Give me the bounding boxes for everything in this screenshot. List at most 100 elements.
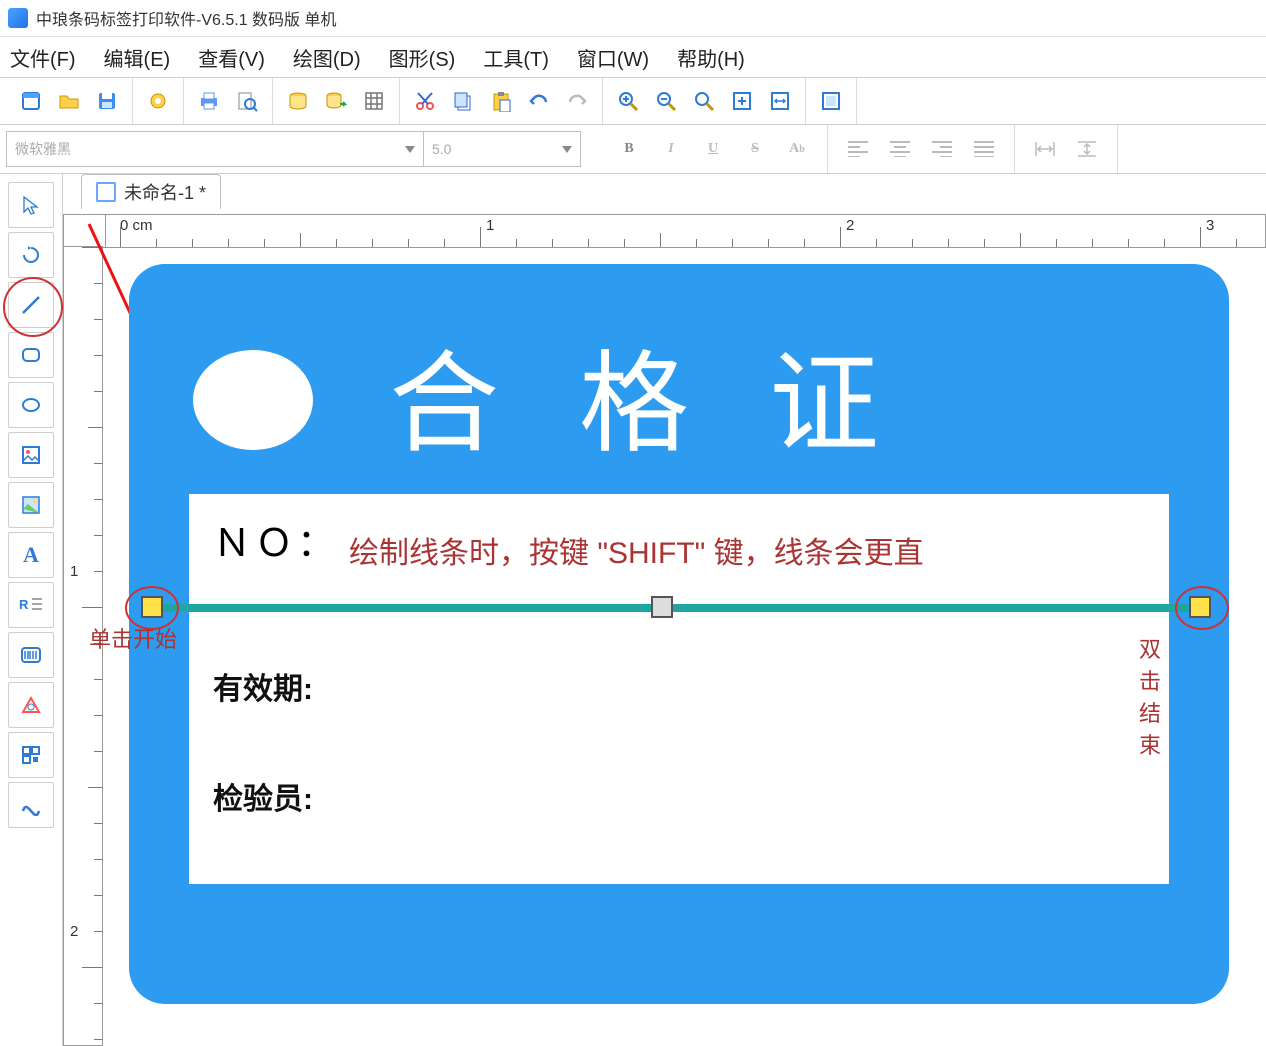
curve-icon [20,794,42,816]
ruler-h-0: 0 cm [120,217,153,234]
undo-button[interactable] [524,86,554,116]
align-left-button[interactable] [846,137,870,161]
preview-button[interactable] [232,86,262,116]
spacing-v-button[interactable] [1075,137,1099,161]
image-tool[interactable] [8,432,54,478]
superscript-button[interactable]: Ab [785,137,809,161]
zoom-in-button[interactable] [613,86,643,116]
gear-icon [147,90,169,112]
bold-button[interactable]: B [617,137,641,161]
magnifier-page-icon [236,90,258,112]
fit-width-button[interactable] [765,86,795,116]
line-icon [20,294,42,316]
font-size-select[interactable]: 5.0 [423,131,581,167]
validity-label[interactable]: 有效期: [213,664,313,708]
align-left-icon [848,141,868,157]
grid-button[interactable] [359,86,389,116]
font-family-select[interactable]: 微软雅黑 [6,131,424,167]
rotate-tool[interactable] [8,232,54,278]
strike-button[interactable]: S [743,137,767,161]
align-right-button[interactable] [930,137,954,161]
menu-draw[interactable]: 绘图(D) [293,43,361,72]
layout-icon [820,90,842,112]
ruler-horizontal[interactable]: 0 cm 1 2 3 [105,214,1266,248]
print-button[interactable] [194,86,224,116]
fit-width-icon [769,90,791,112]
menu-edit[interactable]: 编辑(E) [104,43,171,72]
grid-icon [363,90,385,112]
no-label[interactable]: ＮＯ： [213,512,339,567]
menubar: 文件(F) 编辑(E) 查看(V) 绘图(D) 图形(S) 工具(T) 窗口(W… [0,37,1266,77]
text-tool[interactable]: A [8,532,54,578]
line-handle-start[interactable] [141,596,163,618]
label-card[interactable]: 合格证 ＮＯ： 绘制线条时，按键 "SHIFT" 键，线条会更直 单击开始 双击… [129,264,1229,1004]
rotate-icon [20,244,42,266]
select-tool[interactable] [8,182,54,228]
card-title-text[interactable]: 合格证 [389,314,959,474]
line-handle-end[interactable] [1189,596,1211,618]
scissors-icon [414,90,436,112]
cut-button[interactable] [410,86,440,116]
zoom-out-button[interactable] [651,86,681,116]
canvas[interactable]: 合格证 ＮＯ： 绘制线条时，按键 "SHIFT" 键，线条会更直 单击开始 双击… [119,264,1260,1046]
database-export-button[interactable] [321,86,351,116]
copy-icon [452,90,474,112]
printer-icon [198,90,220,112]
ellipse-tool[interactable] [8,382,54,428]
save-button[interactable] [92,86,122,116]
drawn-line[interactable] [149,604,1209,612]
polygon-tool[interactable] [8,682,54,728]
folder-open-icon [58,90,80,112]
ellipse-icon [20,394,42,416]
window-icon [96,182,116,202]
settings-button[interactable] [143,86,173,116]
qrcode-tool[interactable] [8,732,54,778]
rounded-rect-tool[interactable] [8,332,54,378]
chevron-down-icon [562,146,572,153]
spacing-h-button[interactable] [1033,137,1057,161]
card-whitebox[interactable]: ＮＯ： 绘制线条时，按键 "SHIFT" 键，线条会更直 单击开始 双击结束 有… [189,494,1169,884]
richtext-tool[interactable]: R [8,582,54,628]
app-logo-icon [8,8,28,28]
curve-tool[interactable] [8,782,54,828]
ruler-v-2: 2 [70,923,78,940]
zoom-out-icon [655,90,677,112]
database-button[interactable] [283,86,313,116]
copy-button[interactable] [448,86,478,116]
document-tab[interactable]: 未命名-1 * [81,174,221,209]
barcode-tool[interactable] [8,632,54,678]
align-center-icon [890,141,910,157]
menu-tool[interactable]: 工具(T) [483,43,549,72]
fit-page-button[interactable] [727,86,757,116]
open-button[interactable] [54,86,84,116]
menu-window[interactable]: 窗口(W) [577,43,649,72]
line-tool[interactable] [8,282,54,328]
inspector-label[interactable]: 检验员: [213,774,313,818]
spacing-h-icon [1034,140,1056,158]
redo-button[interactable] [562,86,592,116]
qrcode-icon [20,744,42,766]
card-circle-shape[interactable] [193,350,313,450]
new-button[interactable] [16,86,46,116]
menu-help[interactable]: 帮助(H) [677,43,745,72]
database-icon [287,90,309,112]
extra-button[interactable] [816,86,846,116]
document-tab-title: 未命名-1 * [124,179,206,205]
align-justify-button[interactable] [972,137,996,161]
menu-view[interactable]: 查看(V) [198,43,265,72]
line-handle-mid[interactable] [651,596,673,618]
zoom-fit-button[interactable] [689,86,719,116]
align-center-button[interactable] [888,137,912,161]
italic-button[interactable]: I [659,137,683,161]
zoom-in-icon [617,90,639,112]
spacing-v-icon [1076,140,1098,158]
paste-button[interactable] [486,86,516,116]
underline-button[interactable]: U [701,137,725,161]
ruler-v-1: 1 [70,563,78,580]
menu-shape[interactable]: 图形(S) [389,43,456,72]
menu-file[interactable]: 文件(F) [10,43,76,72]
ruler-corner [63,214,107,248]
cursor-icon [20,194,42,216]
save-icon [96,90,118,112]
picture-tool[interactable] [8,482,54,528]
